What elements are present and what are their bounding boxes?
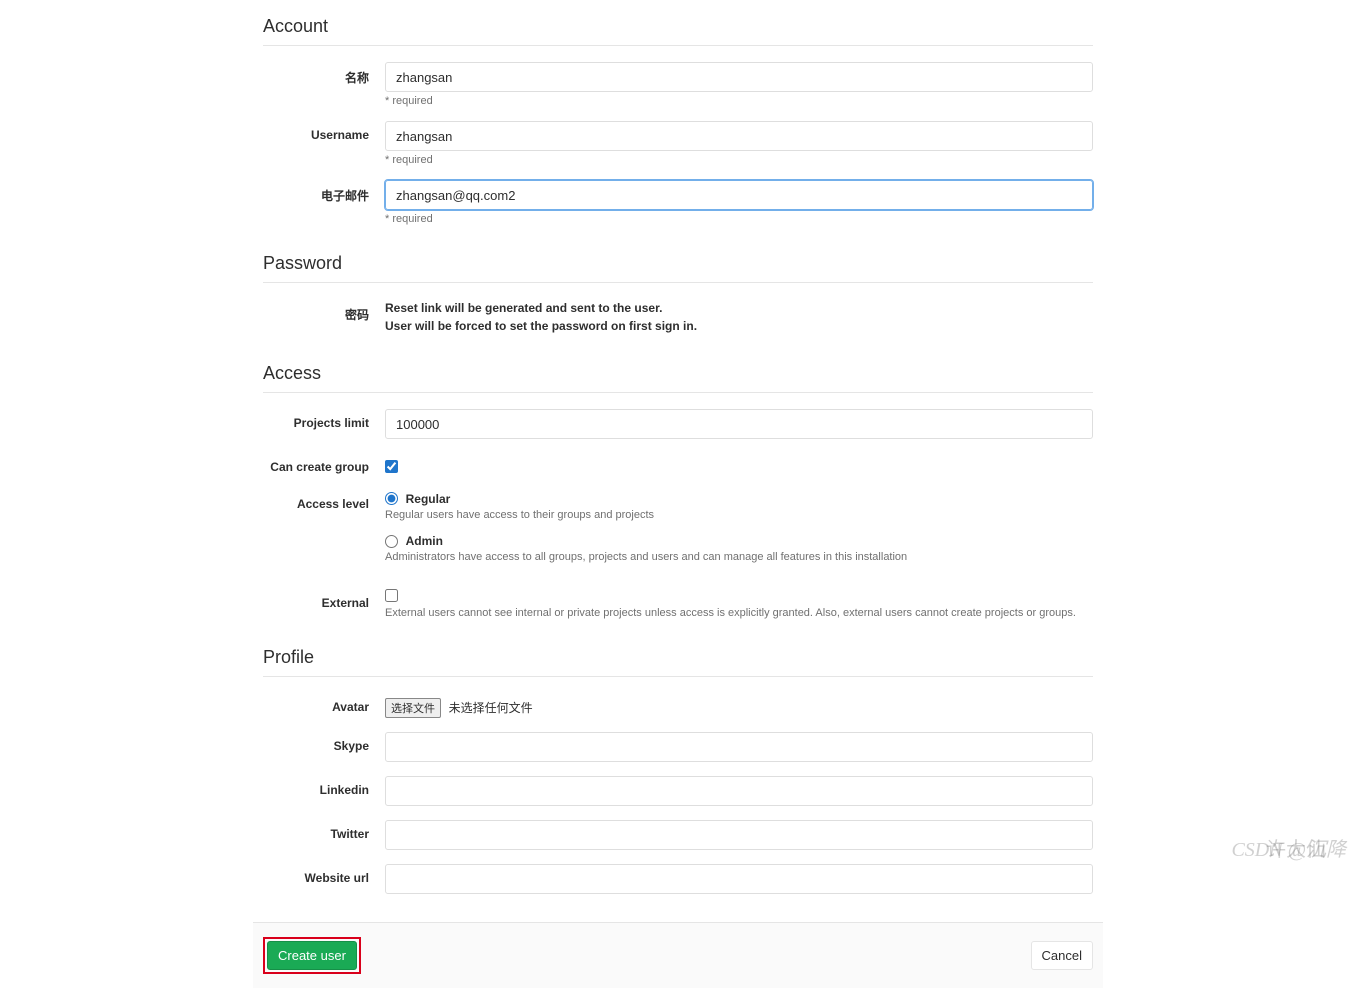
projects-limit-label: Projects limit [263, 409, 385, 430]
website-input[interactable] [385, 864, 1093, 894]
linkedin-input[interactable] [385, 776, 1093, 806]
external-label: External [263, 589, 385, 610]
skype-label: Skype [263, 732, 385, 753]
projects-limit-input[interactable] [385, 409, 1093, 439]
website-label: Website url [263, 864, 385, 885]
avatar-label: Avatar [263, 693, 385, 714]
can-create-group-label: Can create group [263, 453, 385, 474]
name-required: * required [385, 95, 1093, 107]
access-section: Access Projects limit Can create group A… [263, 363, 1093, 619]
username-label: Username [263, 121, 385, 142]
account-title: Account [263, 16, 1093, 46]
form-footer: Create user Cancel [253, 922, 1103, 988]
create-user-button[interactable]: Create user [267, 941, 357, 970]
password-label: 密码 [263, 299, 385, 323]
avatar-file-status: 未选择任何文件 [449, 701, 533, 715]
password-info-2: User will be forced to set the password … [385, 317, 1093, 335]
account-section: Account 名称 * required Username * require… [263, 16, 1093, 225]
username-required: * required [385, 154, 1093, 166]
external-checkbox[interactable] [385, 589, 398, 602]
profile-title: Profile [263, 647, 1093, 677]
access-admin-radio[interactable] [385, 535, 398, 548]
watermark-text-1: 许大仙 [1266, 833, 1326, 862]
password-title: Password [263, 253, 1093, 283]
linkedin-label: Linkedin [263, 776, 385, 797]
access-regular-label: Regular [406, 492, 451, 506]
access-level-label: Access level [263, 490, 385, 511]
email-input[interactable] [385, 180, 1093, 210]
profile-section: Profile Avatar 选择文件 未选择任何文件 Skype Linked… [263, 647, 1093, 894]
email-label: 电子邮件 [263, 180, 385, 204]
name-label: 名称 [263, 62, 385, 86]
email-required: * required [385, 213, 1093, 225]
avatar-file-button[interactable]: 选择文件 [385, 698, 441, 718]
cancel-button[interactable]: Cancel [1031, 941, 1093, 970]
access-regular-radio[interactable] [385, 492, 398, 505]
username-input[interactable] [385, 121, 1093, 151]
access-title: Access [263, 363, 1093, 393]
can-create-group-checkbox[interactable] [385, 460, 398, 473]
name-input[interactable] [385, 62, 1093, 92]
password-info-1: Reset link will be generated and sent to… [385, 299, 1093, 317]
access-admin-label: Admin [406, 534, 443, 548]
create-user-highlight: Create user [263, 937, 361, 974]
skype-input[interactable] [385, 732, 1093, 762]
access-regular-help: Regular users have access to their group… [385, 509, 1093, 521]
twitter-label: Twitter [263, 820, 385, 841]
access-admin-help: Administrators have access to all groups… [385, 551, 1093, 563]
external-help: External users cannot see internal or pr… [385, 607, 1093, 619]
password-section: Password 密码 Reset link will be generated… [263, 253, 1093, 335]
watermark-text-2: CSDN @沉降 [1231, 833, 1346, 862]
twitter-input[interactable] [385, 820, 1093, 850]
